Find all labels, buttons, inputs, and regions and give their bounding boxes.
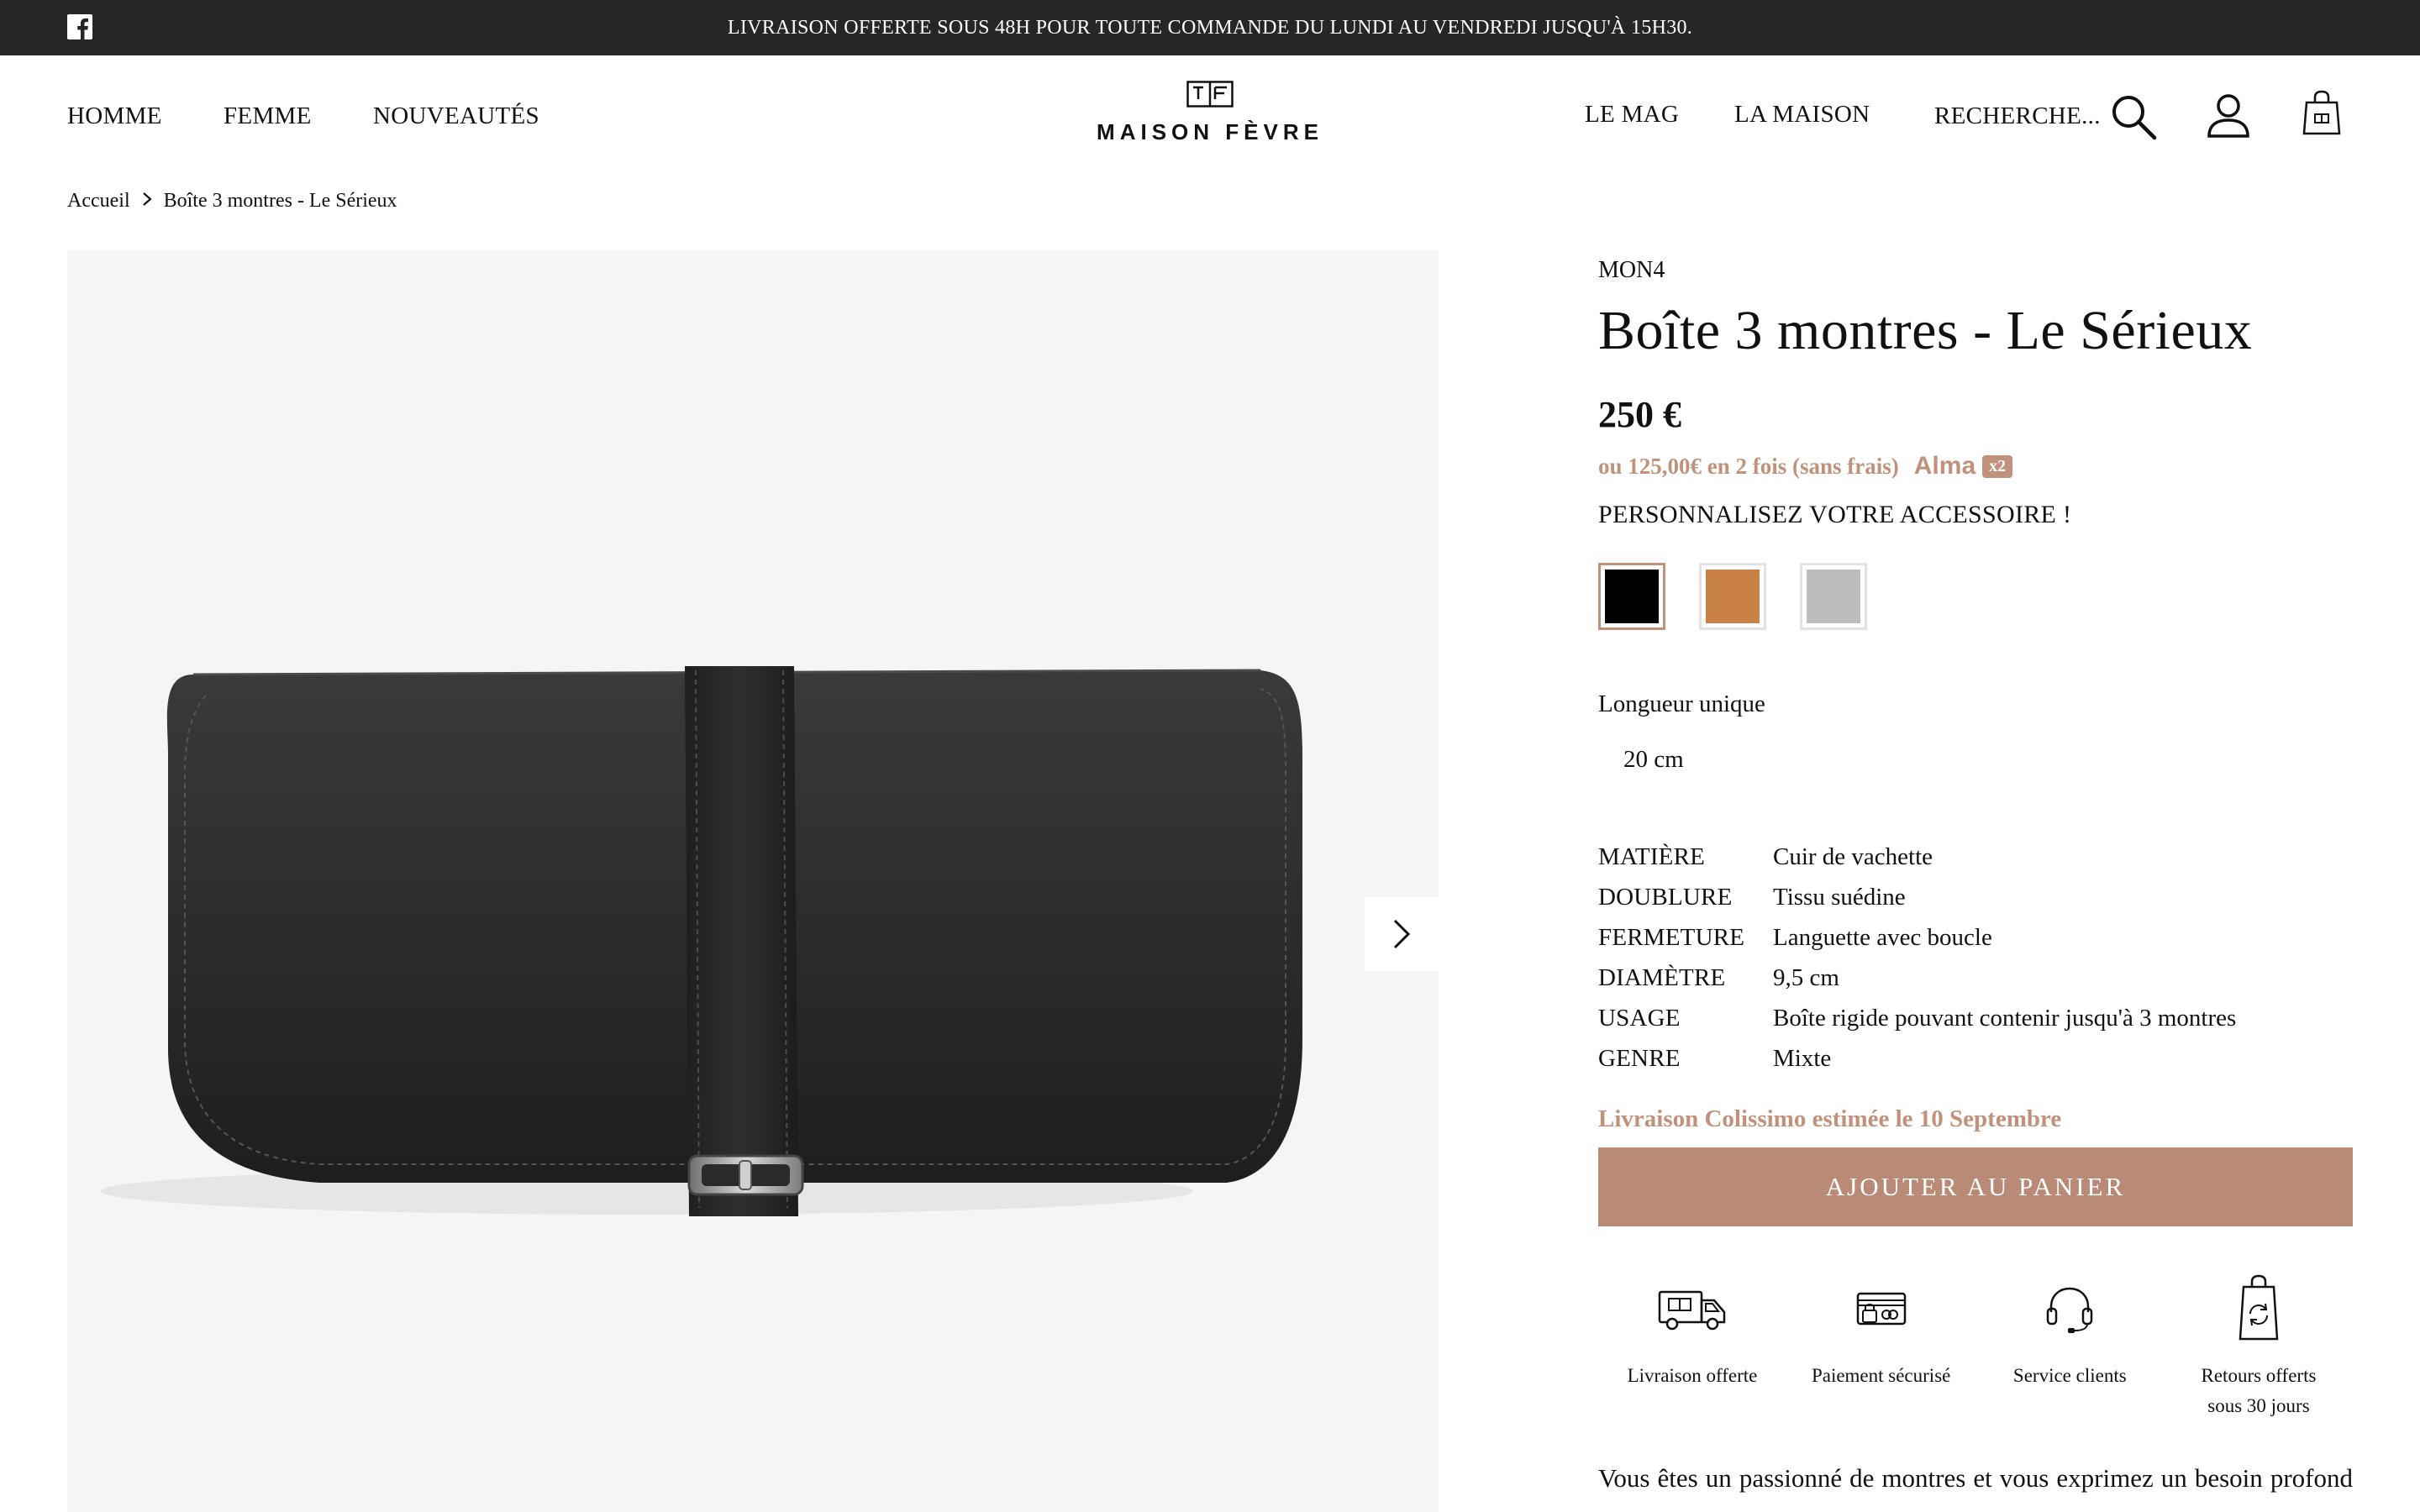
gallery-next-button[interactable]: [1365, 897, 1439, 971]
return-bag-icon: [2238, 1274, 2279, 1341]
product-reference: MON4: [1598, 257, 1665, 283]
swatch-fill: [1807, 570, 1860, 623]
spec-key: FERMETURE: [1598, 923, 1745, 951]
breadcrumb: Accueil Boîte 3 montres - Le Sérieux: [67, 190, 397, 213]
swatch-grey[interactable]: [1800, 563, 1867, 630]
logo-text: MAISON FÈVRE: [1097, 119, 1323, 144]
spec-key: USAGE: [1598, 1004, 1681, 1032]
nav-le-mag[interactable]: LE MAG: [1585, 101, 1679, 129]
feature-free-delivery: Livraison offerte: [1598, 1273, 1786, 1421]
length-option[interactable]: 20 cm: [1623, 746, 1684, 774]
product-description: Vous êtes un passionné de montres et vou…: [1598, 1463, 2353, 1493]
nav-femme[interactable]: FEMME: [224, 102, 312, 130]
chevron-right-icon: [142, 190, 152, 213]
spec-row: DOUBLURE Tissu suédine: [1598, 877, 2236, 917]
customize-label: PERSONNALISEZ VOTRE ACCESSOIRE !: [1598, 501, 2072, 528]
spec-value: Tissu suédine: [1773, 883, 1906, 911]
swatch-camel[interactable]: [1699, 563, 1766, 630]
feature-label-line1: Retours offerts: [2201, 1365, 2317, 1386]
add-to-cart-button[interactable]: AJOUTER AU PANIER: [1598, 1147, 2353, 1226]
nav-homme[interactable]: HOMME: [67, 102, 162, 130]
installment-badge: x2: [1982, 454, 2013, 478]
feature-label-line2: sous 30 jours: [2207, 1395, 2310, 1416]
spec-value: Mixte: [1773, 1044, 1832, 1072]
search-label[interactable]: RECHERCHE...: [1934, 102, 2101, 130]
spec-row: DIAMÈTRE 9,5 cm: [1598, 958, 2236, 998]
spec-key: GENRE: [1598, 1044, 1681, 1072]
feature-label: Paiement sécurisé: [1811, 1365, 1951, 1386]
cart-icon[interactable]: [2302, 89, 2341, 140]
truck-icon: [1658, 1290, 1726, 1331]
feature-secure-payment: Paiement sécurisé: [1787, 1273, 1975, 1421]
spec-key: DOUBLURE: [1598, 883, 1733, 911]
spec-row: MATIÈRE Cuir de vachette: [1598, 837, 2236, 877]
delivery-estimate: Livraison Colissimo estimée le 10 Septem…: [1598, 1105, 2062, 1132]
feature-free-returns: Retours offerts sous 30 jours: [2165, 1273, 2353, 1421]
feature-label: Livraison offerte: [1627, 1365, 1758, 1386]
feature-label: Retours offerts sous 30 jours: [2165, 1361, 2353, 1421]
swatch-black[interactable]: [1598, 563, 1665, 630]
announcement-text: LIVRAISON OFFERTE SOUS 48H POUR TOUTE CO…: [727, 17, 1693, 39]
spec-value: 9,5 cm: [1773, 963, 1839, 991]
spec-row: FERMETURE Languette avec boucle: [1598, 917, 2236, 958]
spec-key: DIAMÈTRE: [1598, 963, 1726, 991]
feature-customer-service: Service clients: [1975, 1273, 2164, 1421]
logo-mark-icon: [1186, 81, 1234, 108]
product-title: Boîte 3 montres - Le Sérieux: [1598, 300, 2253, 361]
headset-icon: [2047, 1287, 2093, 1333]
spec-value: Languette avec boucle: [1773, 923, 1992, 951]
product-gallery[interactable]: [67, 250, 1439, 1512]
card-icon: [1856, 1292, 1906, 1326]
spec-key: MATIÈRE: [1598, 843, 1706, 870]
swatch-fill: [1605, 570, 1659, 623]
spec-value: Cuir de vachette: [1773, 843, 1933, 870]
length-label: Longueur unique: [1598, 690, 1765, 717]
announcement-bar: LIVRAISON OFFERTE SOUS 48H POUR TOUTE CO…: [0, 0, 2420, 55]
chevron-right-icon: [1393, 919, 1411, 949]
feature-label: Service clients: [2012, 1365, 2127, 1386]
spec-value: Boîte rigide pouvant contenir jusqu'à 3 …: [1773, 1004, 2237, 1032]
brand-logo[interactable]: MAISON FÈVRE: [1092, 81, 1328, 153]
product-price: 250 €: [1598, 394, 1681, 435]
installment-text: ou 125,00€ en 2 fois (sans frais): [1598, 453, 1899, 479]
nav-nouveautes[interactable]: NOUVEAUTÉS: [373, 102, 539, 130]
installment-info: ou 125,00€ en 2 fois (sans frais) Alma x…: [1598, 452, 2013, 480]
spec-row: GENRE Mixte: [1598, 1038, 2236, 1079]
breadcrumb-home[interactable]: Accueil: [67, 190, 130, 213]
search-icon[interactable]: [2109, 92, 2158, 145]
breadcrumb-current: Boîte 3 montres - Le Sérieux: [163, 190, 397, 212]
nav-la-maison[interactable]: LA MAISON: [1734, 101, 1870, 129]
account-icon[interactable]: [2207, 92, 2250, 144]
alma-logo: Alma: [1913, 452, 1976, 480]
reassurance-features: Livraison offerte Paiement sécurisé Serv…: [1598, 1273, 2353, 1421]
product-image: [101, 666, 1302, 1216]
spec-row: USAGE Boîte rigide pouvant contenir jusq…: [1598, 998, 2236, 1038]
swatch-fill: [1706, 570, 1760, 623]
spec-table: MATIÈRE Cuir de vachette DOUBLURE Tissu …: [1598, 837, 2236, 1079]
